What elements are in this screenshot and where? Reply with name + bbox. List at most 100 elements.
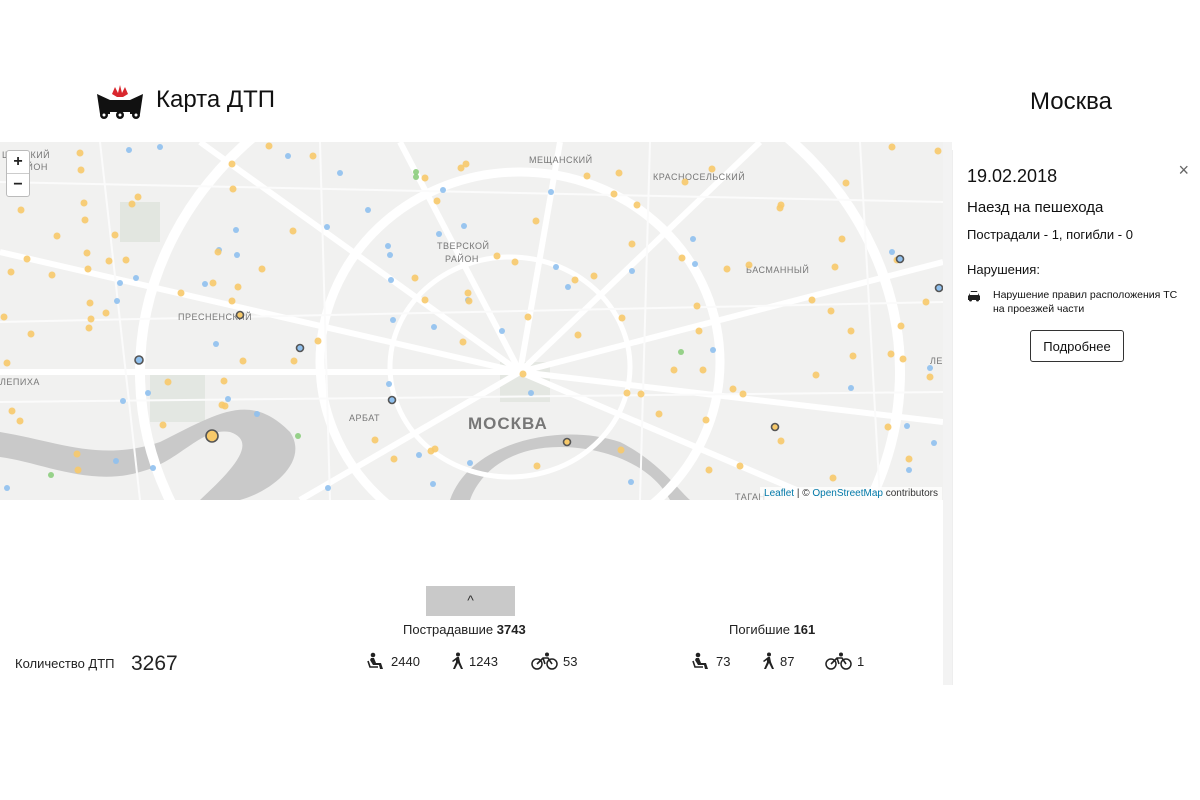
accident-marker[interactable] [670, 366, 678, 374]
accident-marker[interactable] [574, 331, 582, 339]
accident-marker[interactable] [337, 170, 343, 176]
selected-accident-marker[interactable] [934, 283, 943, 293]
accident-marker[interactable] [678, 254, 686, 262]
accident-marker[interactable] [776, 204, 784, 212]
accident-marker[interactable] [421, 174, 429, 182]
accident-marker[interactable] [81, 216, 89, 224]
accident-marker[interactable] [699, 366, 707, 374]
accident-marker[interactable] [897, 322, 905, 330]
accident-marker[interactable] [532, 217, 540, 225]
accident-marker[interactable] [736, 462, 744, 470]
accident-marker[interactable] [467, 460, 473, 466]
accident-marker[interactable] [85, 324, 93, 332]
accident-marker[interactable] [723, 265, 731, 273]
accident-marker[interactable] [695, 327, 703, 335]
accident-marker[interactable] [702, 416, 710, 424]
accident-marker[interactable] [202, 281, 208, 287]
selected-accident-marker[interactable] [770, 422, 780, 432]
accident-marker[interactable] [229, 185, 237, 193]
accident-marker[interactable] [708, 165, 716, 173]
accident-marker[interactable] [390, 317, 396, 323]
city-selector[interactable]: Москва [1030, 88, 1112, 116]
accident-marker[interactable] [617, 446, 625, 454]
accident-marker[interactable] [590, 272, 598, 280]
accident-marker[interactable] [618, 314, 626, 322]
accident-marker[interactable] [225, 396, 231, 402]
selected-accident-marker[interactable] [134, 355, 144, 365]
accident-marker[interactable] [16, 417, 24, 425]
zoom-out-button[interactable]: − [7, 173, 29, 196]
accident-marker[interactable] [102, 309, 110, 317]
accident-marker[interactable] [74, 466, 82, 474]
accident-marker[interactable] [583, 172, 591, 180]
accident-marker[interactable] [416, 452, 422, 458]
accident-marker[interactable] [365, 207, 371, 213]
accident-marker[interactable] [461, 223, 467, 229]
accident-marker[interactable] [693, 302, 701, 310]
accident-marker[interactable] [120, 398, 126, 404]
accident-marker[interactable] [150, 465, 156, 471]
accident-marker[interactable] [690, 236, 696, 242]
accident-marker[interactable] [710, 347, 716, 353]
accident-marker[interactable] [133, 275, 139, 281]
accident-marker[interactable] [239, 357, 247, 365]
accident-marker[interactable] [27, 330, 35, 338]
leaflet-link[interactable]: Leaflet [764, 488, 794, 499]
accident-marker[interactable] [553, 264, 559, 270]
accident-marker[interactable] [111, 231, 119, 239]
accident-marker[interactable] [739, 390, 747, 398]
accident-marker[interactable] [705, 466, 713, 474]
accident-marker[interactable] [827, 307, 835, 315]
accident-marker[interactable] [629, 268, 635, 274]
accident-marker[interactable] [655, 410, 663, 418]
accident-marker[interactable] [411, 274, 419, 282]
accident-marker[interactable] [548, 189, 554, 195]
accident-marker[interactable] [887, 350, 895, 358]
accident-marker[interactable] [464, 289, 472, 297]
accident-marker[interactable] [309, 152, 317, 160]
accident-marker[interactable] [157, 144, 163, 150]
accident-marker[interactable] [53, 232, 61, 240]
accident-marker[interactable] [84, 265, 92, 273]
accident-marker[interactable] [8, 407, 16, 415]
accident-marker[interactable] [849, 352, 857, 360]
accident-marker[interactable] [233, 227, 239, 233]
accident-marker[interactable] [325, 485, 331, 491]
accident-marker[interactable] [105, 257, 113, 265]
accident-marker[interactable] [499, 328, 505, 334]
accident-marker[interactable] [73, 450, 81, 458]
accident-marker[interactable] [145, 390, 151, 396]
accident-marker[interactable] [888, 143, 896, 151]
accident-marker[interactable] [926, 373, 934, 381]
accident-marker[interactable] [134, 193, 142, 201]
accident-marker[interactable] [615, 169, 623, 177]
accident-marker[interactable] [48, 472, 54, 478]
accident-marker[interactable] [681, 178, 689, 186]
accident-marker[interactable] [465, 297, 473, 305]
accident-marker[interactable] [511, 258, 519, 266]
accident-marker[interactable] [4, 485, 10, 491]
accident-marker[interactable] [838, 235, 846, 243]
accident-marker[interactable] [847, 327, 855, 335]
accident-marker[interactable] [228, 160, 236, 168]
accident-marker[interactable] [285, 153, 291, 159]
accident-marker[interactable] [218, 401, 226, 409]
accident-marker[interactable] [386, 381, 392, 387]
accident-marker[interactable] [234, 252, 240, 258]
accident-marker[interactable] [829, 474, 837, 482]
accident-marker[interactable] [440, 187, 446, 193]
accident-marker[interactable] [265, 142, 273, 150]
accident-marker[interactable] [430, 481, 436, 487]
accident-marker[interactable] [0, 313, 8, 321]
accident-marker[interactable] [3, 359, 11, 367]
selected-accident-marker[interactable] [205, 429, 219, 443]
selected-accident-marker[interactable] [895, 254, 905, 264]
accident-marker[interactable] [314, 337, 322, 345]
accident-marker[interactable] [533, 462, 541, 470]
accident-marker[interactable] [812, 371, 820, 379]
accident-marker[interactable] [87, 315, 95, 323]
accident-marker[interactable] [436, 231, 442, 237]
accident-marker[interactable] [431, 324, 437, 330]
accident-marker[interactable] [519, 370, 527, 378]
accident-marker[interactable] [258, 265, 266, 273]
